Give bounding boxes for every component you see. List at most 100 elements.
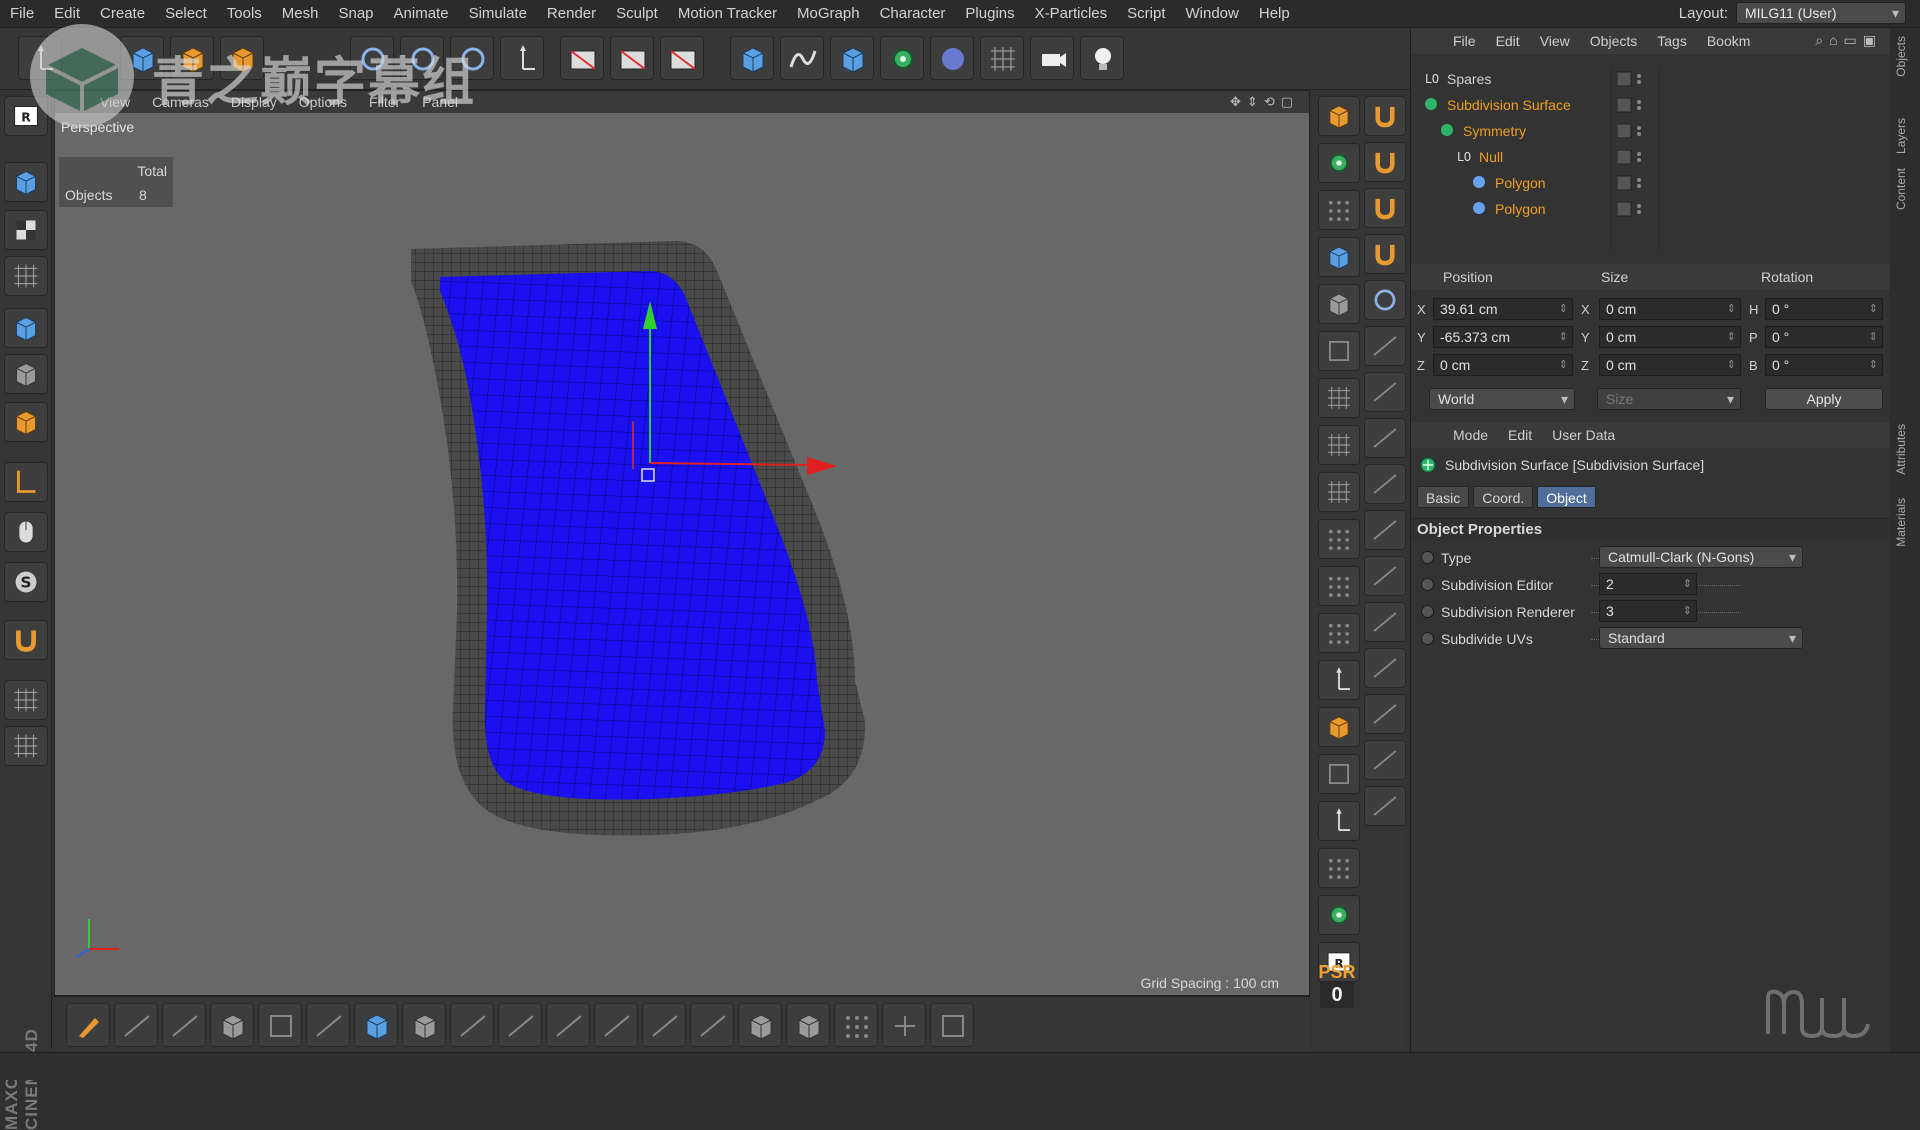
am-menu-edit[interactable]: Edit xyxy=(1498,427,1542,443)
bottom-tool-pen-0[interactable] xyxy=(66,1003,110,1047)
toolbar-grid-button-16[interactable] xyxy=(980,36,1024,80)
side-tab-content[interactable]: Content xyxy=(1894,168,1916,210)
bottom-tool-line-9[interactable] xyxy=(498,1003,542,1047)
position-y-field[interactable]: -65.373 cm xyxy=(1433,326,1573,348)
object-row-polygon-4[interactable]: Polygon xyxy=(1411,170,1891,196)
bottom-tool-line-11[interactable] xyxy=(594,1003,638,1047)
menu-simulate[interactable]: Simulate xyxy=(459,0,537,28)
menu-render[interactable]: Render xyxy=(537,0,606,28)
bottom-tool-line-5[interactable] xyxy=(306,1003,350,1047)
mode-tool-gear-1[interactable] xyxy=(1318,143,1360,183)
visibility-toggle-icon[interactable] xyxy=(1616,201,1647,220)
left-tool-graycube-5[interactable] xyxy=(4,354,48,394)
mode-tool-box-14[interactable] xyxy=(1318,754,1360,794)
bottom-tool-line-10[interactable] xyxy=(546,1003,590,1047)
snap-tool-magnet-3[interactable] xyxy=(1364,234,1406,274)
toolbar-gear-button-14[interactable] xyxy=(880,36,924,80)
size-y-field[interactable]: 0 cm xyxy=(1599,326,1741,348)
object-row-subdivision-surface-1[interactable]: Subdivision Surface xyxy=(1411,92,1891,118)
bottom-tool-graycube-15[interactable] xyxy=(786,1003,830,1047)
mode-tool-orangecube-0[interactable] xyxy=(1318,96,1360,136)
menu-mograph[interactable]: MoGraph xyxy=(787,0,870,28)
om-menu-tags[interactable]: Tags xyxy=(1647,33,1697,49)
left-tool-cube-4[interactable] xyxy=(4,308,48,348)
side-tab-materials[interactable]: Materials xyxy=(1894,498,1916,547)
mode-tool-dots-10[interactable] xyxy=(1318,566,1360,606)
side-tab-layers[interactable]: Layers xyxy=(1894,118,1916,154)
snap-tool-magnet-2[interactable] xyxy=(1364,188,1406,228)
mode-tool-axis-15[interactable] xyxy=(1318,801,1360,841)
menu-window[interactable]: Window xyxy=(1176,0,1249,28)
snap-tool-line-14[interactable] xyxy=(1364,740,1406,780)
side-tab-attributes[interactable]: Attributes xyxy=(1894,424,1916,475)
viewport-nav-icons[interactable]: ✥⇕⟲▢ xyxy=(1230,94,1299,110)
subdivision-mesh[interactable] xyxy=(55,91,1310,996)
tab-object[interactable]: Object xyxy=(1537,486,1596,508)
menu-tools[interactable]: Tools xyxy=(217,0,272,28)
bottom-tool-dots-16[interactable] xyxy=(834,1003,878,1047)
snap-tool-line-8[interactable] xyxy=(1364,464,1406,504)
am-menu-user-data[interactable]: User Data xyxy=(1542,427,1625,443)
size-z-field[interactable]: 0 cm xyxy=(1599,354,1741,376)
mode-tool-grid-7[interactable] xyxy=(1318,425,1360,465)
toolbar-axis-button-7[interactable] xyxy=(500,36,544,80)
mode-tool-grid-8[interactable] xyxy=(1318,472,1360,512)
snap-tool-line-5[interactable] xyxy=(1364,326,1406,366)
snap-tool-magnet-1[interactable] xyxy=(1364,142,1406,182)
mode-tool-dots-16[interactable] xyxy=(1318,848,1360,888)
left-tool-grid-3[interactable] xyxy=(4,256,48,296)
object-row-null-3[interactable]: L0 Null xyxy=(1411,144,1891,170)
menu-script[interactable]: Script xyxy=(1117,0,1175,28)
bottom-tool-graycube-14[interactable] xyxy=(738,1003,782,1047)
menu-plugins[interactable]: Plugins xyxy=(955,0,1024,28)
object-row-symmetry-2[interactable]: Symmetry xyxy=(1411,118,1891,144)
menu-mesh[interactable]: Mesh xyxy=(272,0,329,28)
mode-tool-cube-3[interactable] xyxy=(1318,237,1360,277)
bottom-tool-box-18[interactable] xyxy=(930,1003,974,1047)
om-menu-edit[interactable]: Edit xyxy=(1486,33,1530,49)
snap-tool-line-15[interactable] xyxy=(1364,786,1406,826)
left-tool-L-7[interactable] xyxy=(4,462,48,502)
toolbar-camera-button-17[interactable] xyxy=(1030,36,1074,80)
left-tool-cube-1[interactable] xyxy=(4,162,48,202)
size-mode-dropdown[interactable]: Size xyxy=(1597,388,1741,410)
om-menu-view[interactable]: View xyxy=(1530,33,1580,49)
snap-tool-line-11[interactable] xyxy=(1364,602,1406,642)
animate-radio[interactable] xyxy=(1421,605,1434,618)
animate-radio[interactable] xyxy=(1421,551,1434,564)
object-row-polygon-5[interactable]: Polygon xyxy=(1411,196,1891,222)
bottom-tool-box-4[interactable] xyxy=(258,1003,302,1047)
mode-tool-graycube-4[interactable] xyxy=(1318,284,1360,324)
toolbar-sphere-button-15[interactable] xyxy=(930,36,974,80)
left-tool-mouse-8[interactable] xyxy=(4,512,48,552)
left-tool-magnet-10[interactable] xyxy=(4,620,48,660)
om-menu-objects[interactable]: Objects xyxy=(1580,33,1647,49)
prop-type-dropdown[interactable]: Catmull-Clark (N-Gons) xyxy=(1599,546,1803,568)
toolbar-cube-button-13[interactable] xyxy=(830,36,874,80)
prop-subdivide-uvs-dropdown[interactable]: Standard xyxy=(1599,627,1803,649)
mode-tool-grid-6[interactable] xyxy=(1318,378,1360,418)
object-manager-tools[interactable]: ⌕⌂▭▣ xyxy=(1815,32,1882,49)
bottom-tool-line-1[interactable] xyxy=(114,1003,158,1047)
visibility-toggle-icon[interactable] xyxy=(1616,149,1647,168)
left-tool-grid-11[interactable] xyxy=(4,680,48,720)
mode-tool-dots-11[interactable] xyxy=(1318,613,1360,653)
bottom-tool-line-12[interactable] xyxy=(642,1003,686,1047)
snap-tool-magnet-0[interactable] xyxy=(1364,96,1406,136)
rotation-p-field[interactable]: 0 ° xyxy=(1765,326,1883,348)
visibility-toggle-icon[interactable] xyxy=(1616,123,1647,142)
snap-tool-line-10[interactable] xyxy=(1364,556,1406,596)
toolbar-cube-button-11[interactable] xyxy=(730,36,774,80)
prop-subdivision-editor-stepper[interactable]: 2 xyxy=(1599,573,1697,595)
side-tab-objects[interactable]: Objects xyxy=(1894,36,1916,77)
bottom-tool-graycube-3[interactable] xyxy=(210,1003,254,1047)
rotation-b-field[interactable]: 0 ° xyxy=(1765,354,1883,376)
om-menu-file[interactable]: File xyxy=(1443,33,1486,49)
toolbar-film-button-10[interactable] xyxy=(660,36,704,80)
toolbar-light-button-18[interactable] xyxy=(1080,36,1124,80)
animate-radio[interactable] xyxy=(1421,578,1434,591)
menu-select[interactable]: Select xyxy=(155,0,217,28)
tab-coord[interactable]: Coord. xyxy=(1473,486,1534,508)
menu-help[interactable]: Help xyxy=(1249,0,1300,28)
menu-animate[interactable]: Animate xyxy=(384,0,459,28)
